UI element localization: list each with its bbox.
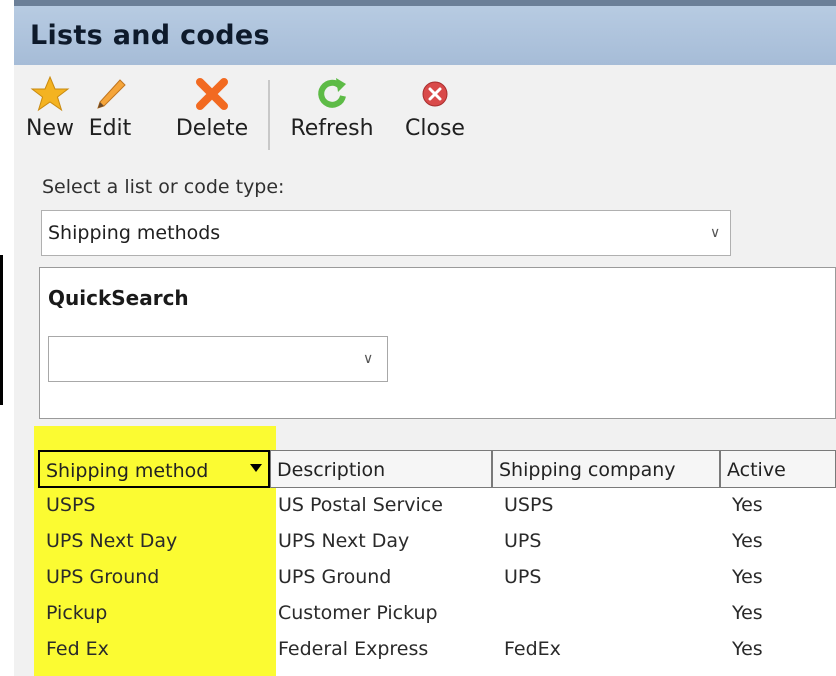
column-header-label: Active	[727, 459, 786, 481]
cell-shipping-company: USPS	[504, 494, 554, 516]
quicksearch-select[interactable]: ∨	[48, 336, 388, 382]
window-title: Lists and codes	[30, 20, 270, 51]
refresh-button[interactable]: Refresh	[284, 74, 380, 154]
new-button[interactable]: New	[20, 74, 80, 154]
cell-active: Yes	[732, 566, 763, 588]
cell-shipping-company: FedEx	[504, 638, 561, 660]
table-row[interactable]: Fed Ex Federal Express FedEx Yes	[38, 632, 836, 668]
delete-label: Delete	[175, 116, 249, 141]
table-row[interactable]: UPS Next Day UPS Next Day UPS Yes	[38, 524, 836, 560]
edit-label: Edit	[88, 116, 132, 141]
column-header-label: Description	[277, 459, 386, 481]
title-bar: Lists and codes	[14, 6, 836, 65]
cell-description: US Postal Service	[278, 494, 443, 516]
cell-description: Federal Express	[278, 638, 429, 660]
list-type-value: Shipping methods	[48, 222, 221, 244]
table-row[interactable]: USPS US Postal Service USPS Yes	[38, 488, 836, 524]
cell-shipping-method: Fed Ex	[46, 638, 109, 660]
pencil-icon	[97, 79, 126, 109]
column-header-shipping-method[interactable]: Shipping method	[38, 450, 270, 488]
column-header-description[interactable]: Description	[270, 450, 492, 488]
cell-active: Yes	[732, 530, 763, 552]
close-button[interactable]: Close	[400, 74, 470, 154]
toolbar-separator	[268, 80, 270, 150]
cell-description: UPS Next Day	[278, 530, 410, 552]
refresh-icon	[318, 78, 346, 108]
quicksearch-panel: QuickSearch ∨	[39, 267, 836, 419]
cell-shipping-method: Pickup	[46, 602, 108, 624]
new-label: New	[26, 116, 74, 141]
cell-shipping-method: USPS	[46, 494, 96, 516]
list-type-select[interactable]: Shipping methods ∨	[41, 210, 731, 256]
quicksearch-title: QuickSearch	[48, 286, 189, 310]
cell-active: Yes	[732, 638, 763, 660]
left-edge-bar	[0, 255, 3, 405]
cell-shipping-method: UPS Next Day	[46, 530, 178, 552]
cell-active: Yes	[732, 494, 763, 516]
x-icon	[196, 78, 228, 110]
cell-shipping-company: UPS	[504, 566, 542, 588]
delete-button[interactable]: Delete	[172, 74, 252, 154]
close-circle-icon	[422, 81, 448, 107]
column-header-label: Shipping method	[46, 460, 209, 482]
cell-shipping-company: UPS	[504, 530, 542, 552]
column-header-shipping-company[interactable]: Shipping company	[492, 450, 720, 488]
cell-shipping-method: UPS Ground	[46, 566, 160, 588]
toolbar: New Edit Delete Refresh Close	[14, 70, 836, 160]
star-icon	[30, 75, 70, 112]
shipping-methods-grid: Shipping method Description Shipping com…	[34, 426, 836, 676]
sort-descending-icon	[250, 464, 262, 472]
list-type-label: Select a list or code type:	[42, 176, 285, 198]
edit-button[interactable]: Edit	[82, 74, 138, 154]
chevron-down-icon: ∨	[710, 225, 721, 241]
chevron-down-icon: ∨	[363, 351, 374, 367]
table-row[interactable]: Pickup Customer Pickup Yes	[38, 596, 836, 632]
refresh-label: Refresh	[290, 116, 374, 141]
column-header-active[interactable]: Active	[720, 450, 836, 488]
table-row[interactable]: UPS Ground UPS Ground UPS Yes	[38, 560, 836, 596]
close-label: Close	[405, 116, 465, 141]
cell-description: Customer Pickup	[278, 602, 438, 624]
lists-and-codes-window: Lists and codes New Edit Delete Refresh …	[14, 0, 836, 676]
column-header-label: Shipping company	[499, 459, 676, 481]
cell-active: Yes	[732, 602, 763, 624]
cell-description: UPS Ground	[278, 566, 392, 588]
